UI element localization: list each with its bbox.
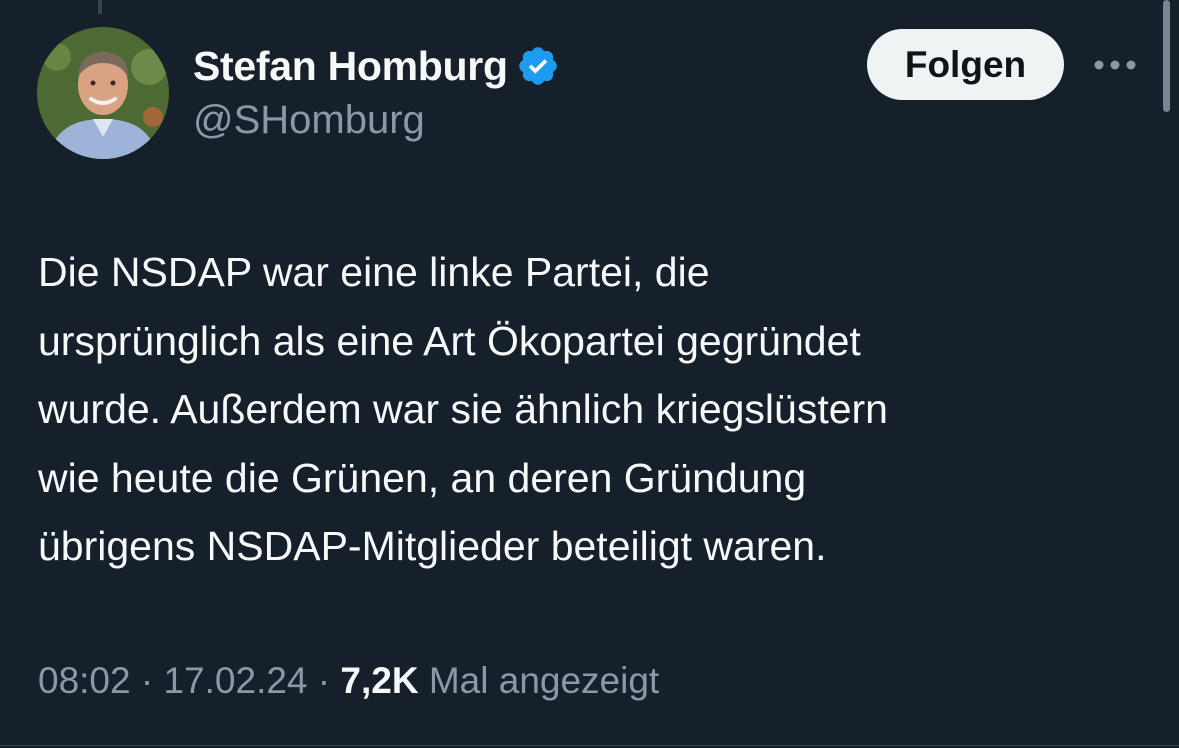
- more-options-button[interactable]: [1091, 50, 1139, 80]
- tweet-time[interactable]: 08:02: [38, 660, 131, 702]
- tweet-meta: 08:02 · 17.02.24 · 7,2K Mal angezeigt: [38, 660, 659, 702]
- avatar[interactable]: [37, 27, 169, 159]
- tweet-text: Die NSDAP war eine linke Partei, die urs…: [38, 249, 888, 569]
- thread-connector-line: [98, 0, 102, 14]
- more-horizontal-icon: [1094, 60, 1136, 70]
- meta-separator: ·: [130, 660, 164, 701]
- views-count[interactable]: 7,2K: [340, 660, 418, 702]
- author-name-row: Stefan Homburg: [193, 40, 560, 92]
- author-handle[interactable]: @SHomburg: [193, 98, 560, 143]
- tweet-date[interactable]: 17.02.24: [163, 660, 307, 702]
- scrollbar[interactable]: [1163, 0, 1170, 112]
- verified-badge-icon[interactable]: [516, 44, 560, 88]
- avatar-photo-icon: [37, 27, 169, 159]
- follow-button[interactable]: Folgen: [867, 29, 1064, 100]
- divider: [0, 745, 1179, 746]
- author-display-name[interactable]: Stefan Homburg: [193, 43, 508, 90]
- author-block: Stefan Homburg @SHomburg: [193, 40, 560, 143]
- meta-separator: ·: [307, 660, 341, 701]
- views-label: Mal angezeigt: [418, 660, 660, 701]
